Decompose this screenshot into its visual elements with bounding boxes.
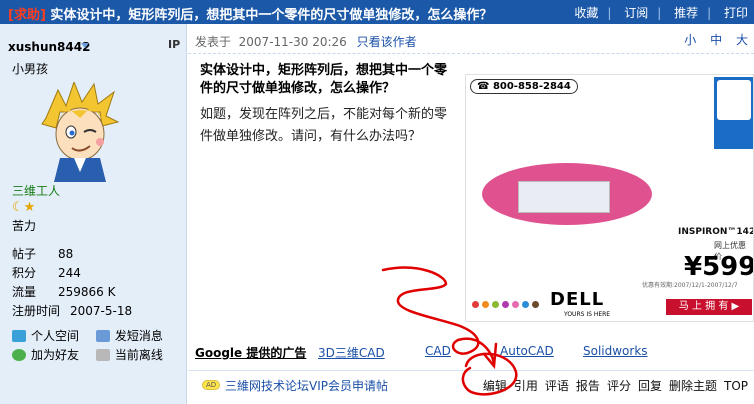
google-ads-row: Google 提供的广告 3D三维CAD CAD AutoCAD Solidwo… xyxy=(195,344,648,361)
stat-label: 流量 xyxy=(12,285,37,299)
post-header: 发表于 2007-11-30 20:26 只看该作者 小 中 大 xyxy=(188,24,754,54)
comment-button[interactable]: 评语 xyxy=(545,379,569,393)
ad-link-3d-cad[interactable]: 3D三维CAD xyxy=(318,344,385,361)
google-ads-label[interactable]: Google 提供的广告 xyxy=(195,346,306,360)
delete-thread-button[interactable]: 删除主题 xyxy=(669,379,717,393)
ad-phone: ☎ 800-858-2844 xyxy=(470,79,578,94)
author-sidebar: xushun8442 IP 小男孩 三维工人 ☾★ 苦力 帖子 88 积分 244 … xyxy=(0,24,187,404)
author-links-row-2: 加为好友 当前离线 xyxy=(12,346,176,363)
thread-actions: 收藏 | 订阅 | 推荐 | 打印 xyxy=(574,6,748,20)
stat-value: 2007-5-18 xyxy=(70,304,133,318)
author-links-row-1: 个人空间 发短消息 xyxy=(12,327,176,344)
post-body: 如题，发现在阵列之后，不能对每个新的零件做单独修改。请问，有什么办法吗？ xyxy=(200,107,448,144)
color-swatches xyxy=(472,297,542,311)
ad-link-cad[interactable]: CAD xyxy=(425,344,451,358)
report-button[interactable]: 报告 xyxy=(576,379,600,393)
quote-button[interactable]: 引用 xyxy=(514,379,538,393)
rate-button[interactable]: 评分 xyxy=(607,379,631,393)
add-friend-icon xyxy=(12,349,26,361)
post-date: 发表于 2007-11-30 20:26 只看该作者 xyxy=(195,35,417,49)
print-link[interactable]: 打印 xyxy=(724,6,748,20)
send-message-link[interactable]: 发短消息 xyxy=(95,327,176,344)
post-operations: 编辑 引用 评语 报告 评分 回复 删除主题 TOP xyxy=(476,377,748,394)
author-rank: 三维工人 xyxy=(12,184,61,198)
post-title: 实体设计中，矩形阵列后，想把其中一个零件的尺寸做单独修改，怎么操作？ xyxy=(200,63,448,96)
phone-icon: ☎ xyxy=(477,81,493,92)
recommend-link[interactable]: 推荐 xyxy=(674,6,698,20)
mail-icon xyxy=(95,330,110,342)
stat-label: 帖子 xyxy=(12,247,37,261)
ad-tag-icon: AD xyxy=(202,380,221,390)
personal-space-link[interactable]: 个人空间 xyxy=(12,327,92,344)
ad-promo-period: 优惠有效期:2007/12/1-2007/12/7 xyxy=(642,282,738,289)
ip-label[interactable]: IP xyxy=(168,38,180,51)
stat-traffic: 流量 259866 K xyxy=(12,283,116,300)
post-content: 实体设计中，矩形阵列后，想把其中一个零件的尺寸做单独修改，怎么操作？ 如题，发现… xyxy=(200,62,450,148)
author-level: 苦力 xyxy=(12,219,37,233)
add-friend-link[interactable]: 加为好友 xyxy=(12,346,92,363)
edit-button[interactable]: 编辑 xyxy=(483,379,507,393)
post-footer: AD 三維网技术论坛VIP会员申请帖 编辑 引用 评语 报告 评分 回复 删除主题 TOP xyxy=(188,370,754,398)
help-tag: [求助] xyxy=(8,8,46,23)
ad-model: INSPIRON™1420 xyxy=(678,227,754,237)
ad-price: ¥5999 xyxy=(684,252,753,282)
font-size-large[interactable]: 大 xyxy=(736,33,748,47)
buy-now-button[interactable]: 马 上 拥 有 ▶ xyxy=(666,299,752,315)
stat-register-date: 注册时间 2007-5-18 xyxy=(12,302,132,319)
stat-points: 积分 244 xyxy=(12,264,81,281)
stat-posts: 帖子 88 xyxy=(12,245,73,262)
thread-title-text: 实体设计中，矩形阵列后，想把其中一个零件的尺寸做单独修改，怎么操作？ xyxy=(50,8,493,23)
avatar xyxy=(41,82,120,182)
rank-stars-icon: ☾★ xyxy=(12,200,36,215)
offline-status: 当前离线 xyxy=(95,346,176,363)
stat-value: 88 xyxy=(58,247,74,261)
dell-ad-banner[interactable]: ☎ 800-858-2844 INSPIRON™1420 网上优惠价 ¥5999… xyxy=(465,74,754,322)
reply-button[interactable]: 回复 xyxy=(638,379,662,393)
vip-apply-link[interactable]: 三維网技术论坛VIP会员申请帖 xyxy=(225,377,388,394)
ad-link-solidworks[interactable]: Solidworks xyxy=(583,344,648,358)
subscribe-link[interactable]: 订阅 xyxy=(624,6,648,20)
stat-value: 259866 K xyxy=(58,285,116,299)
laptop-image xyxy=(518,181,610,213)
stat-label: 积分 xyxy=(12,266,37,280)
font-size-switcher: 小 中 大 xyxy=(674,31,748,48)
stat-value: 244 xyxy=(58,266,81,280)
font-size-medium[interactable]: 中 xyxy=(710,33,722,47)
stat-label: 注册时间 xyxy=(12,304,61,318)
offline-icon xyxy=(95,349,110,361)
home-icon xyxy=(12,330,26,342)
top-button[interactable]: TOP xyxy=(724,379,748,393)
thread-title: [求助] 实体设计中，矩形阵列后，想把其中一个零件的尺寸做单独修改，怎么操作？ xyxy=(8,4,492,23)
only-author-link[interactable]: 只看该作者 xyxy=(357,35,417,49)
intel-logo xyxy=(714,77,753,149)
font-size-small[interactable]: 小 xyxy=(684,33,696,47)
author-custom-title: 小男孩 xyxy=(12,62,49,76)
dell-logo: DELL xyxy=(550,289,605,310)
thread-title-bar: [求助] 实体设计中，矩形阵列后，想把其中一个零件的尺寸做单独修改，怎么操作？ … xyxy=(0,0,754,24)
favorite-link[interactable]: 收藏 xyxy=(574,6,598,20)
author-username[interactable]: xushun8442 xyxy=(8,40,90,54)
dell-slogan: YOURS IS HERE xyxy=(564,311,611,318)
chevron-down-icon[interactable] xyxy=(81,43,89,48)
ad-link-autocad[interactable]: AutoCAD xyxy=(500,344,554,358)
